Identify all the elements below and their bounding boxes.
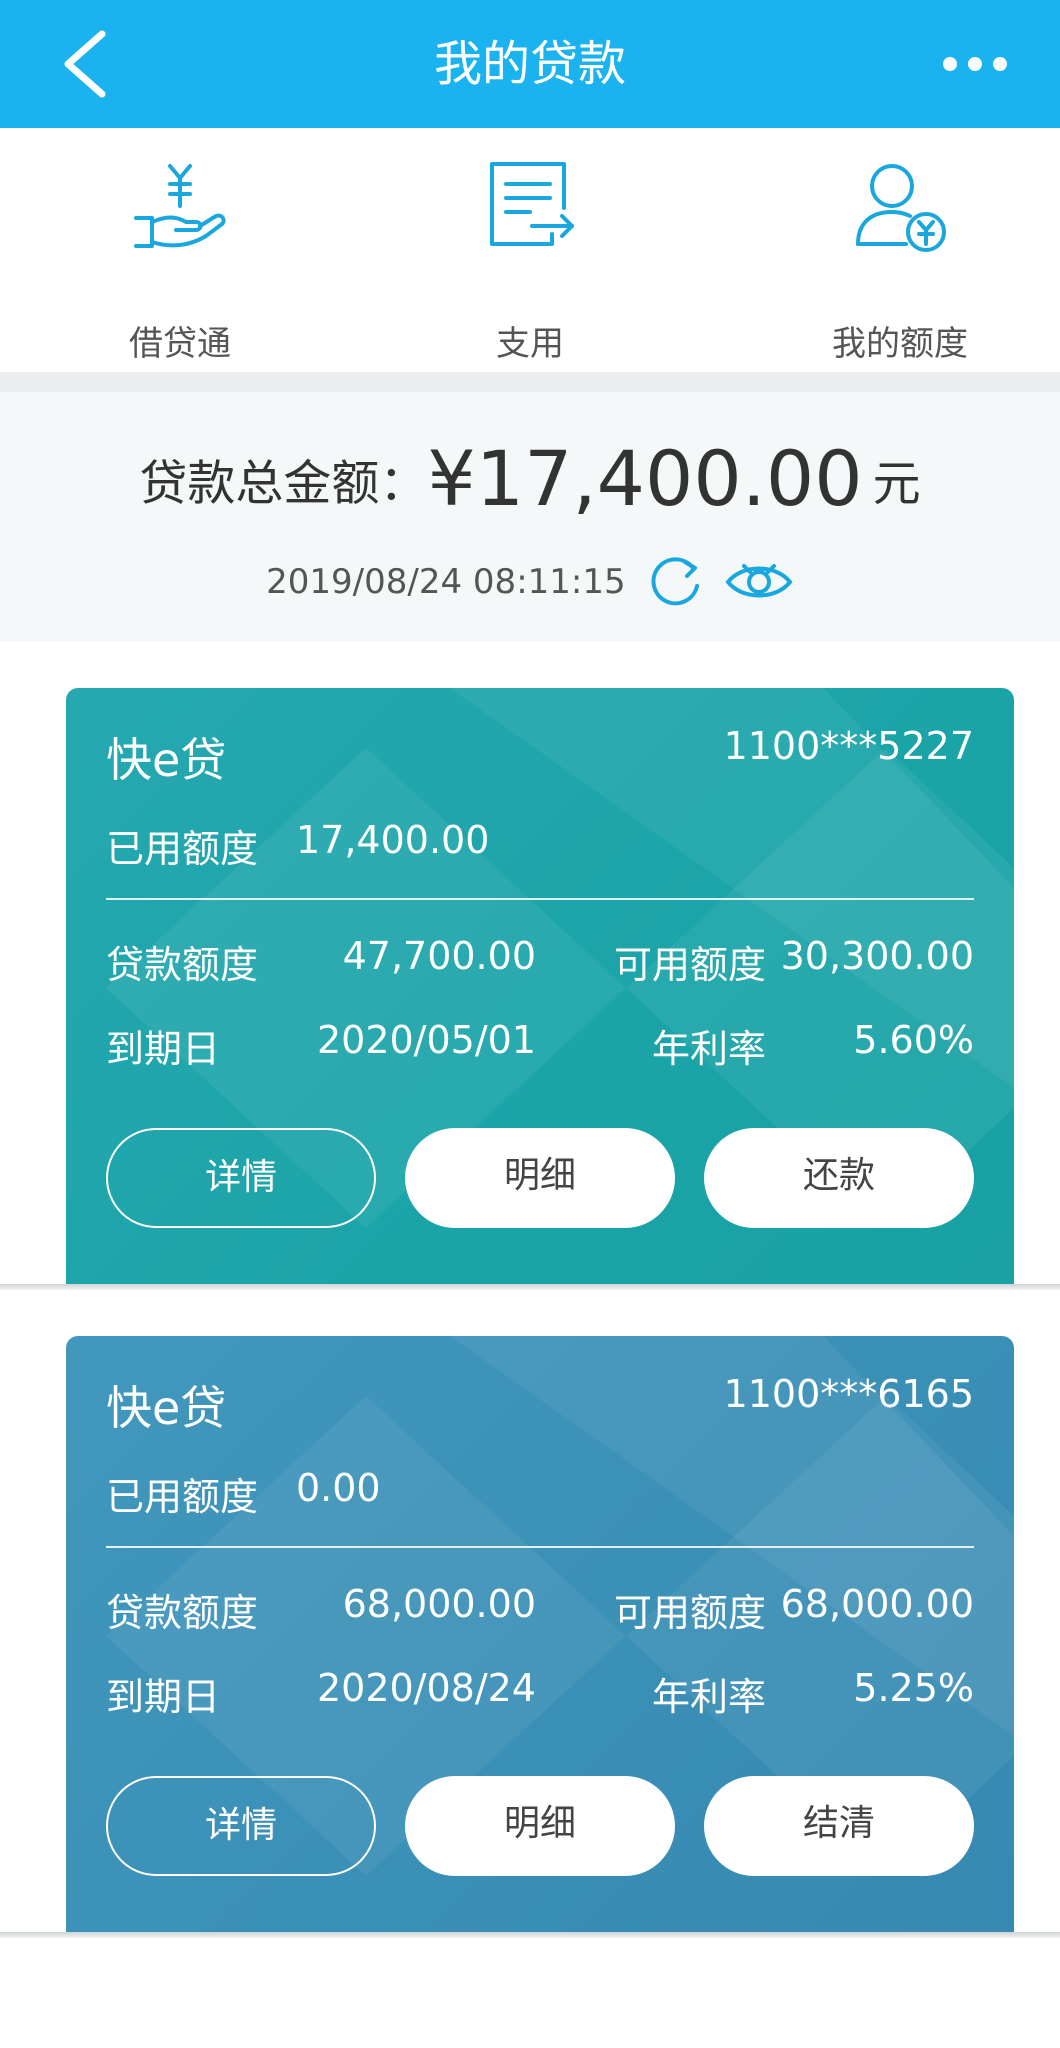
page-title: 我的贷款 (433, 36, 626, 92)
loan-account-number: 1100***5227 (723, 724, 974, 768)
shortcut-label: 借贷通 (129, 324, 231, 364)
more-dots-icon (943, 57, 1007, 71)
total-label: 贷款总金额： (139, 455, 428, 512)
settle-button[interactable]: 结清 (704, 1776, 974, 1876)
loan-card: 快e贷 1100***5227 已用额度 17,400.00 贷款额度 47,7… (66, 688, 1014, 1286)
annual-rate-value: 5.60% (853, 1018, 974, 1062)
due-date-value: 2020/08/24 (316, 1666, 536, 1710)
available-limit-label: 可用额度 (613, 943, 766, 987)
total-unit: 元 (872, 455, 921, 512)
used-limit-label: 已用额度 (106, 1475, 259, 1519)
repay-button[interactable]: 还款 (704, 1128, 974, 1228)
available-limit-value: 30,300.00 (780, 934, 974, 978)
details-button[interactable]: 详情 (106, 1128, 376, 1228)
shortcut-label: 我的额度 (832, 324, 968, 364)
eye-icon[interactable] (724, 552, 794, 612)
loan-limit-label: 贷款额度 (106, 943, 259, 987)
document-arrow-icon (490, 162, 574, 246)
history-button[interactable]: 明细 (405, 1128, 675, 1228)
section-divider (0, 372, 1060, 392)
available-limit-value: 68,000.00 (780, 1582, 974, 1626)
header-bar: 我的贷款 (0, 0, 1060, 128)
card-divider (106, 898, 974, 900)
card-separator (0, 1284, 1060, 1290)
more-button[interactable] (940, 34, 1010, 94)
loan-summary: 贷款总金额：¥17,400.00 元 2019/08/24 08:11:15 (0, 392, 1060, 642)
update-timestamp: 2019/08/24 08:11:15 (266, 562, 626, 602)
annual-rate-label: 年利率 (651, 1027, 766, 1071)
card-separator (0, 1932, 1060, 1938)
used-limit-value: 17,400.00 (296, 818, 490, 862)
due-date-label: 到期日 (106, 1027, 221, 1071)
loan-limit-label: 贷款额度 (106, 1591, 259, 1635)
user-yen-icon (856, 164, 946, 252)
used-limit-label: 已用额度 (106, 827, 259, 871)
loan-limit-value: 68,000.00 (342, 1582, 536, 1626)
shortcut-bar: 借贷通 支用 我的额度 (0, 128, 1060, 372)
loan-product-name: 快e贷 (106, 1381, 227, 1435)
hand-yen-icon (134, 164, 226, 248)
summary-total: 贷款总金额：¥17,400.00 元 (0, 434, 1060, 523)
loan-product-name: 快e贷 (106, 733, 227, 787)
card-divider (106, 1546, 974, 1548)
total-amount: ¥17,400.00 (427, 434, 863, 523)
summary-meta: 2019/08/24 08:11:15 (0, 552, 1060, 612)
used-limit-value: 0.00 (296, 1466, 381, 1510)
shortcut-drawdown[interactable]: 支用 (400, 156, 660, 364)
annual-rate-label: 年利率 (651, 1675, 766, 1719)
loan-limit-value: 47,700.00 (342, 934, 536, 978)
due-date-value: 2020/05/01 (316, 1018, 536, 1062)
shortcut-my-limit[interactable]: 我的额度 (770, 156, 1030, 364)
loan-card: 快e贷 1100***6165 已用额度 0.00 贷款额度 68,000.00… (66, 1336, 1014, 1934)
history-button[interactable]: 明细 (405, 1776, 675, 1876)
shortcut-label: 支用 (496, 324, 564, 364)
refresh-icon[interactable] (645, 552, 705, 612)
loan-account-number: 1100***6165 (723, 1372, 974, 1416)
shortcut-loan-pass[interactable]: 借贷通 (50, 156, 310, 364)
annual-rate-value: 5.25% (853, 1666, 974, 1710)
details-button[interactable]: 详情 (106, 1776, 376, 1876)
due-date-label: 到期日 (106, 1675, 221, 1719)
available-limit-label: 可用额度 (613, 1591, 766, 1635)
